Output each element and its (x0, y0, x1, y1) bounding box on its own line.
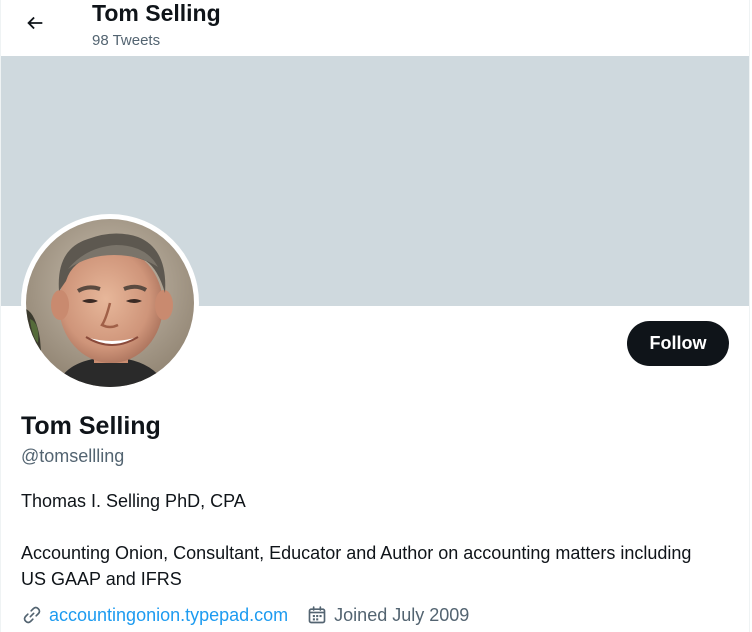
user-handle: @tomsellling (21, 446, 125, 466)
profile-header-bar: Tom Selling 98 Tweets (1, 0, 749, 56)
right-border (749, 0, 750, 632)
avatar-photo (26, 219, 194, 387)
link-icon (21, 604, 43, 626)
website-link[interactable]: accountingonion.typepad.com (49, 605, 288, 626)
header-title: Tom Selling (92, 0, 221, 26)
joined-date: Joined July 2009 (334, 604, 470, 625)
joined-item: Joined July 2009 (306, 604, 469, 626)
display-name: Tom Selling (21, 412, 161, 440)
bio-title: Thomas I. Selling PhD, CPA (21, 491, 246, 511)
bio-description: Accounting Onion, Consultant, Educator a… (21, 543, 692, 589)
arrow-left-icon (27, 16, 43, 30)
calendar-icon (306, 604, 328, 626)
tweet-count: 98 Tweets (92, 32, 161, 49)
website-item: accountingonion.typepad.com (21, 604, 288, 626)
follow-button[interactable]: Follow (627, 321, 729, 366)
avatar[interactable] (26, 219, 194, 387)
profile-meta: accountingonion.typepad.com Joined July … (21, 603, 469, 627)
back-button[interactable] (17, 5, 53, 41)
